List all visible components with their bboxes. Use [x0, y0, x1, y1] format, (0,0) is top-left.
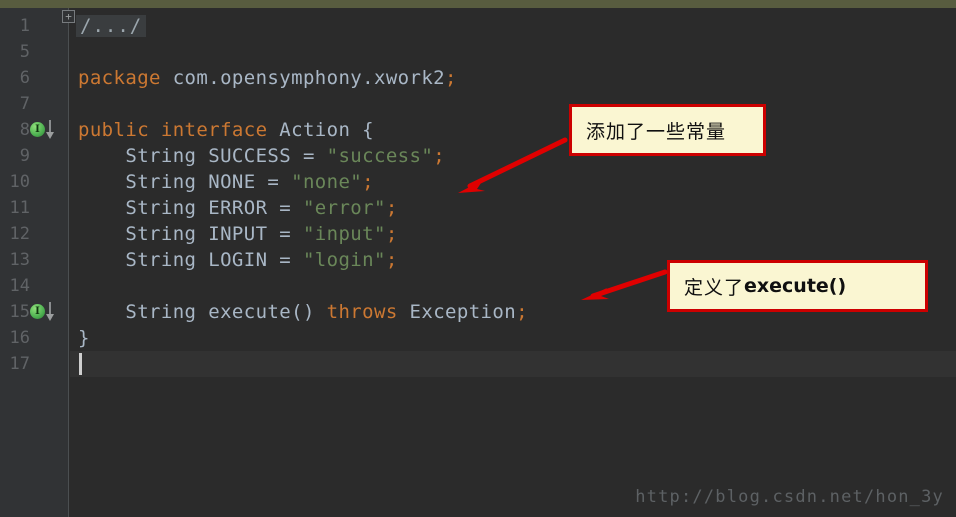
annotation-arrow-constants [458, 137, 668, 300]
watermark-url: http://blog.csdn.net/hon_3y [635, 487, 944, 507]
editor-screenshot: 1 5 6 7 8 I 9 10 11 12 13 14 15 I 16 17 + /.../ package… [0, 0, 956, 517]
code-fold-toggle-icon[interactable]: + [62, 10, 75, 23]
